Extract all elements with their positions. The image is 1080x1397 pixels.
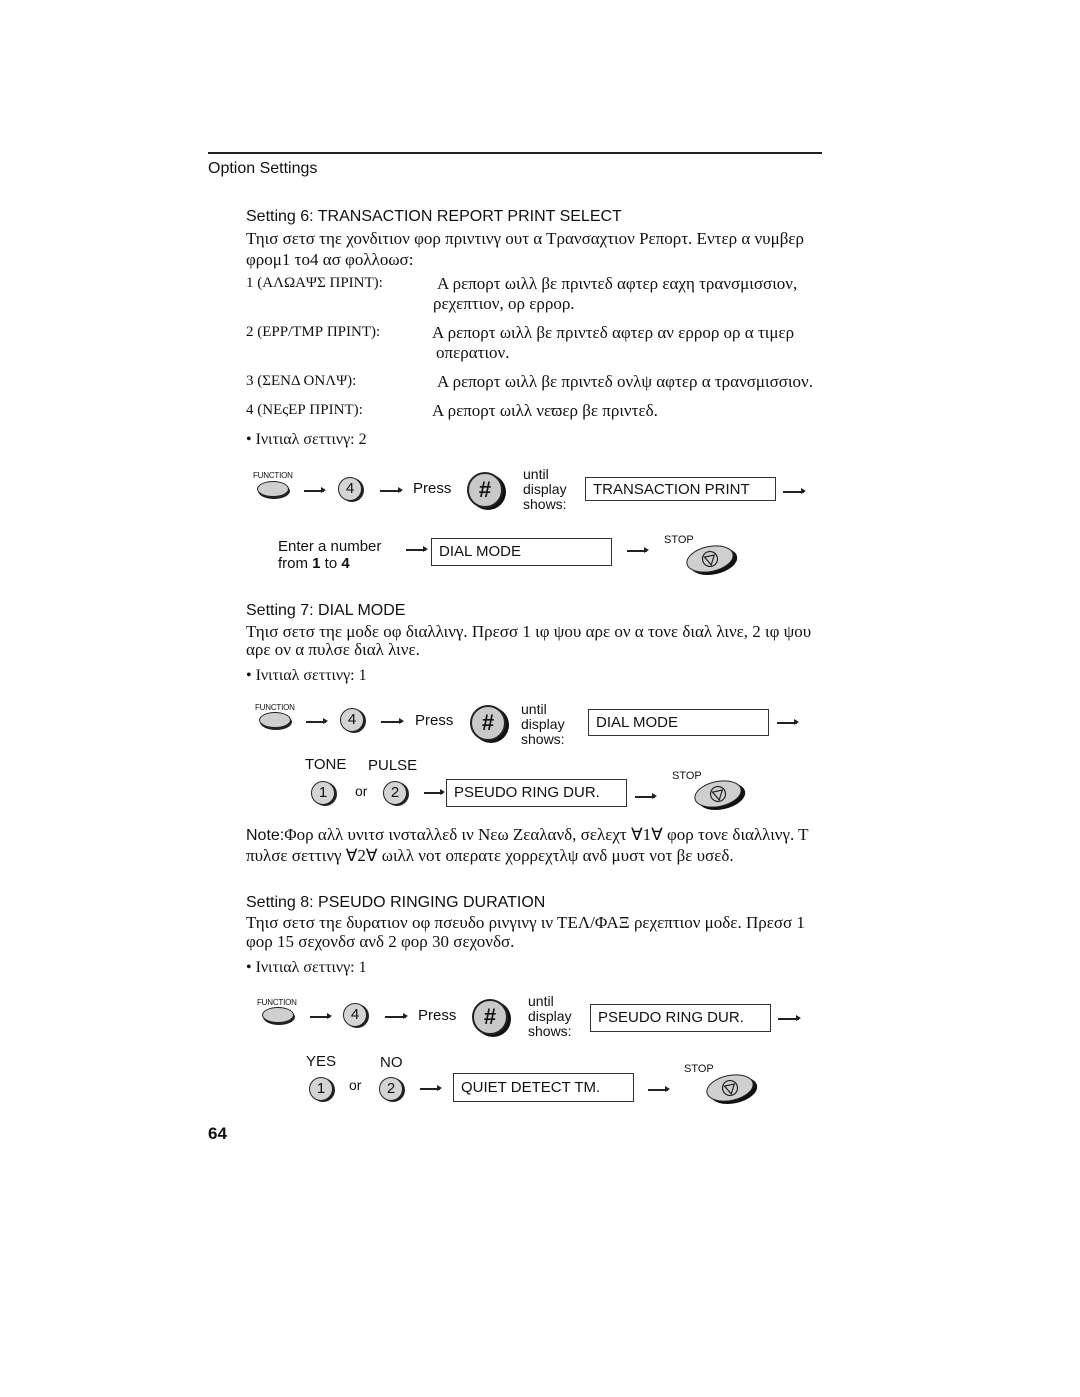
note-label: Note: — [246, 827, 285, 844]
shows-text: shows: — [523, 496, 567, 512]
header-rule — [208, 152, 822, 154]
or-label: or — [355, 783, 368, 799]
setting-6-initial-setting: • Ινιτιαλ σεττινγ: 2 — [246, 431, 367, 448]
from-text: from — [278, 555, 313, 572]
page-number: 64 — [208, 1124, 227, 1143]
key-4-button-icon: 4 — [340, 708, 364, 732]
to-text: to — [320, 555, 342, 572]
range-end: 4 — [341, 555, 350, 572]
option-2-key: 2 (ΕΡΡ/ΤΜΡ ΠΡΙΝΤ): — [246, 324, 381, 340]
function-label: FUNCTION — [257, 998, 297, 1007]
arrow-icon — [380, 487, 403, 493]
note-line-1: Note:Φορ αλλ υνιτσ ινσταλλεδ ιν Νεω Ζεαλ… — [246, 824, 809, 846]
stop-button-icon — [683, 541, 737, 577]
arrow-icon — [406, 546, 428, 552]
setting-6-description-line-1: Τηισ σετσ τηε χονδιτιον φορ πριντινγ ουτ… — [246, 229, 804, 248]
function-label: FUNCTION — [253, 471, 293, 480]
setting-7-heading: Setting 7: DIAL MODE — [246, 602, 406, 619]
arrow-icon — [635, 793, 657, 799]
option-1-description-line-2: ρεχεπτιον, ορ ερρορ. — [433, 294, 575, 313]
page-header-title: Option Settings — [208, 160, 318, 177]
press-label: Press — [413, 480, 452, 497]
key-2-button-icon: 2 — [379, 1077, 403, 1101]
until-display-shows-label: until display shows: — [521, 702, 565, 747]
option-3-description: Α ρεπορτ ωιλλ βε πριντεδ ονλψ αφτερ α τρ… — [437, 372, 813, 391]
lcd-display-quiet-detect-tm: QUIET DETECT TM. — [453, 1073, 634, 1102]
setting-8-description-line-2: φορ 15 σεχονδσ ανδ 2 φορ 30 σεχονδσ. — [246, 932, 515, 951]
stop-label: STOP — [664, 534, 694, 546]
function-button-icon — [262, 1007, 294, 1023]
arrow-icon — [420, 1085, 442, 1091]
key-4-button-icon: 4 — [343, 1003, 367, 1027]
setting-8-description-line-1: Τηισ σετσ τηε δυρατιον οφ πσευδο ρινγινγ… — [246, 913, 805, 932]
setting-7-description-line-2: αρε ον α πυλσε διαλ λινε. — [246, 640, 420, 659]
lcd-display-dial-mode: DIAL MODE — [431, 538, 612, 566]
arrow-icon — [310, 1013, 332, 1019]
function-button-icon — [257, 481, 289, 497]
option-4-key: 4 (ΝΕςΕΡ ΠΡΙΝΤ): — [246, 402, 363, 418]
key-2-button-icon: 2 — [383, 781, 407, 805]
arrow-icon — [304, 487, 326, 493]
setting-7-initial-setting: • Ινιτιαλ σεττινγ: 1 — [246, 667, 367, 684]
lcd-display-pseudo-ring-dur: PSEUDO RING DUR. — [446, 779, 627, 807]
no-label: NO — [380, 1054, 403, 1071]
pulse-label: PULSE — [368, 757, 418, 774]
function-label: FUNCTION — [255, 703, 295, 712]
setting-8-heading: Setting 8: PSEUDO RINGING DURATION — [246, 894, 546, 911]
hash-button-icon: # — [470, 705, 506, 741]
shows-text: shows: — [521, 731, 565, 747]
stop-label: STOP — [672, 770, 702, 782]
arrow-icon — [381, 718, 404, 724]
option-4-description: Α ρεπορτ ωιλλ νεϖερ βε πριντεδ. — [432, 401, 658, 420]
until-text: until — [523, 466, 549, 482]
stop-button-icon — [703, 1070, 757, 1106]
until-text: until — [521, 701, 547, 717]
yes-label: YES — [306, 1053, 337, 1070]
option-2-description-line-1: Α ρεπορτ ωιλλ βε πριντεδ αφτερ αν ερρορ … — [432, 323, 795, 342]
arrow-icon — [783, 488, 806, 494]
arrow-icon — [424, 789, 445, 795]
setting-6-heading: Setting 6: TRANSACTION REPORT PRINT SELE… — [246, 208, 622, 225]
key-1-button-icon: 1 — [311, 781, 335, 805]
display-text: display — [521, 716, 565, 732]
arrow-icon — [648, 1086, 670, 1092]
setting-8-initial-setting: • Ινιτιαλ σεττινγ: 1 — [246, 959, 367, 976]
display-text: display — [528, 1008, 572, 1024]
lcd-display-transaction-print: TRANSACTION PRINT — [585, 477, 776, 501]
function-button-icon — [259, 712, 291, 728]
arrow-icon — [385, 1013, 408, 1019]
lcd-display-dial-mode: DIAL MODE — [588, 709, 769, 736]
setting-6-description-line-2: φρομ1 το4 ασ φολλοωσ: — [246, 250, 414, 269]
arrow-icon — [627, 547, 649, 553]
option-1-description-line-1: Α ρεπορτ ωιλλ βε πριντεδ αφτερ εαχη τραν… — [437, 274, 798, 293]
press-label: Press — [418, 1007, 457, 1024]
note-line-2: πυλσε σεττινγ ∀2∀ ωιλλ νοτ οπερατε χορρε… — [246, 846, 734, 865]
until-display-shows-label: until display shows: — [528, 994, 572, 1039]
arrow-icon — [306, 718, 328, 724]
arrow-icon — [778, 1015, 801, 1021]
hash-button-icon: # — [472, 999, 508, 1035]
until-text: until — [528, 993, 554, 1009]
stop-label: STOP — [684, 1063, 714, 1075]
tone-label: TONE — [305, 756, 347, 773]
option-3-key: 3 (ΣΕΝΔ ΟΝΛΨ): — [246, 373, 357, 389]
note-text-1: Φορ αλλ υνιτσ ινσταλλεδ ιν Νεω Ζεαλανδ, … — [284, 825, 809, 844]
shows-text: shows: — [528, 1023, 572, 1039]
press-label: Press — [415, 712, 454, 729]
arrow-icon — [777, 719, 799, 725]
option-1-key: 1 (ΑΛΩΑΨΣ ΠΡΙΝΤ): — [246, 275, 383, 291]
lcd-display-pseudo-ring-dur: PSEUDO RING DUR. — [590, 1004, 771, 1032]
display-text: display — [523, 481, 567, 497]
option-2-description-line-2: οπερατιον. — [436, 343, 510, 362]
enter-number-line-2: from 1 to 4 — [278, 555, 381, 572]
enter-number-line-1: Enter a number — [278, 538, 382, 555]
range-start: 1 — [312, 555, 321, 572]
enter-number-instruction: Enter a number from 1 to 4 — [278, 538, 381, 572]
key-1-button-icon: 1 — [309, 1077, 333, 1101]
key-4-button-icon: 4 — [338, 477, 362, 501]
or-label: or — [349, 1077, 362, 1093]
until-display-shows-label: until display shows: — [523, 467, 567, 512]
hash-button-icon: # — [467, 472, 503, 508]
